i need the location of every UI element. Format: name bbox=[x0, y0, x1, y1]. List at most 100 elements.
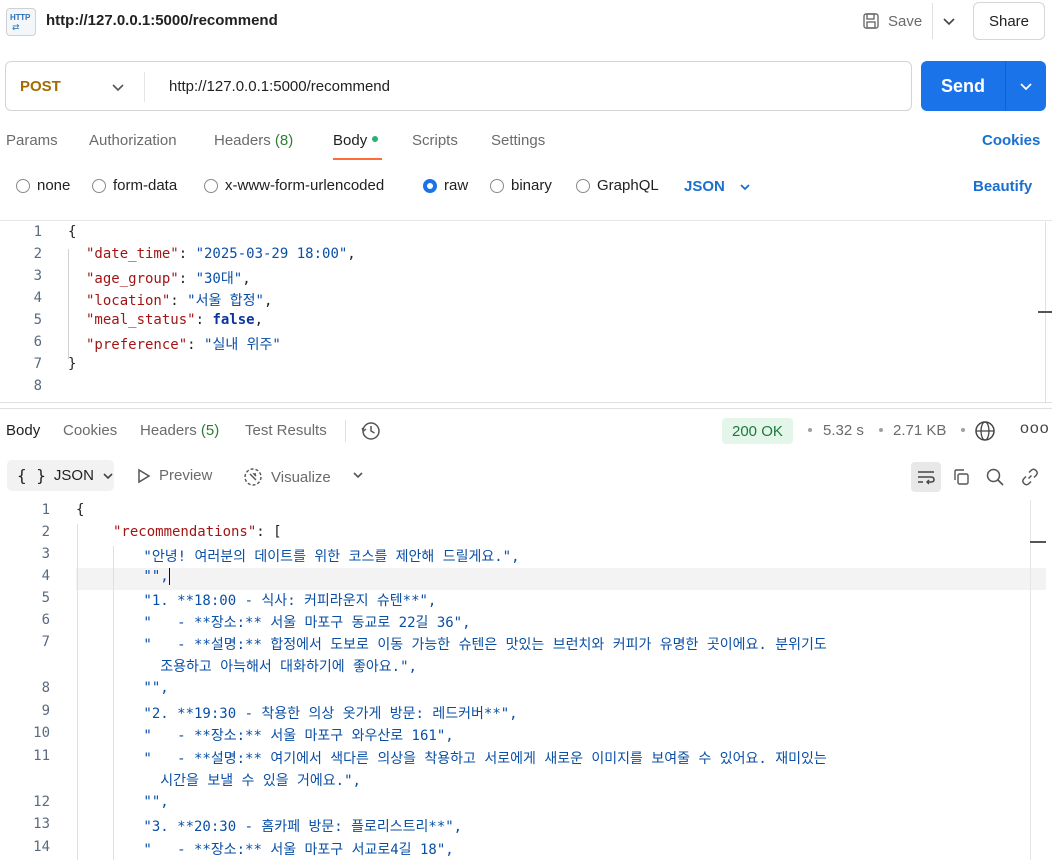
radio-raw-label: raw bbox=[444, 177, 469, 194]
response-format-select[interactable]: { } JSON bbox=[7, 460, 114, 491]
radio-circle bbox=[204, 178, 218, 193]
cookies-link[interactable]: Cookies bbox=[982, 132, 1040, 149]
code-text: { bbox=[76, 502, 85, 518]
code-text: "", bbox=[76, 794, 169, 810]
tab-headers[interactable]: Headers (8) bbox=[214, 132, 293, 149]
request-title[interactable]: http://127.0.0.1:5000/recommend bbox=[46, 12, 278, 29]
request-body-editor[interactable]: 1{ 2 "date_time": "2025-03-29 18:00", 3 "a… bbox=[0, 222, 1052, 402]
tab-scripts[interactable]: Scripts bbox=[412, 132, 458, 149]
visualize-button[interactable]: Visualize bbox=[243, 467, 331, 487]
json-comma: , bbox=[242, 271, 251, 287]
json-value: false bbox=[212, 312, 255, 328]
wrap-lines-icon bbox=[918, 471, 935, 485]
radio-graphql[interactable]: GraphQL bbox=[576, 177, 659, 194]
url-bar: POST http://127.0.0.1:5000/recommend bbox=[5, 61, 912, 111]
body-type-selector: none form-data x-www-form-urlencoded raw… bbox=[0, 174, 1052, 200]
method-select[interactable]: POST bbox=[20, 78, 61, 95]
visualize-label: Visualize bbox=[271, 468, 331, 486]
code-text: " - **장소:** 서울 마포구 와우산로 161", bbox=[76, 725, 453, 745]
radio-none[interactable]: none bbox=[16, 177, 70, 194]
response-body-viewer[interactable]: 1 { 2 "recommendations": [ 3 "안녕! 여러분의 데이트… bbox=[0, 500, 1052, 860]
save-options-button[interactable] bbox=[938, 8, 960, 34]
tab-params[interactable]: Params bbox=[6, 132, 58, 149]
preview-label: Preview bbox=[159, 467, 213, 484]
preview-button[interactable]: Preview bbox=[137, 467, 212, 484]
beautify-button[interactable]: Beautify bbox=[973, 178, 1032, 195]
copy-button[interactable] bbox=[946, 462, 976, 492]
headers-count: (8) bbox=[274, 132, 294, 149]
chevron-down-icon bbox=[1020, 83, 1032, 91]
tab-body[interactable]: Body bbox=[333, 132, 379, 149]
radio-binary[interactable]: binary bbox=[490, 177, 552, 194]
json-string: "", bbox=[76, 794, 169, 810]
code-line: 5 "meal_status": false, bbox=[0, 312, 1040, 334]
code-line: 1{ bbox=[0, 224, 1040, 246]
share-button[interactable]: Share bbox=[973, 2, 1045, 40]
resp-tab-cookies[interactable]: Cookies bbox=[63, 422, 117, 439]
json-punct: : [ bbox=[256, 524, 282, 540]
send-options-button[interactable] bbox=[1005, 61, 1046, 111]
code-text: "안녕! 여러분의 데이트를 위한 코스를 제안해 드릴게요.", bbox=[76, 546, 519, 566]
line-number: 4 bbox=[41, 568, 50, 584]
visualize-options-button[interactable] bbox=[352, 469, 364, 481]
line-number: 11 bbox=[33, 748, 50, 764]
json-value: "서울 합정" bbox=[187, 293, 264, 309]
response-scrollbar[interactable] bbox=[1030, 500, 1031, 860]
code-text: " - **설명:** 합정에서 도보로 이동 가능한 슈텐은 맛있는 브런치와… bbox=[76, 634, 826, 654]
code-text: 조용하고 아늑해서 대화하기에 좋아요.", bbox=[76, 656, 417, 676]
chevron-down-icon[interactable] bbox=[110, 79, 126, 95]
radio-form-data[interactable]: form-data bbox=[92, 177, 177, 194]
body-format-label: JSON bbox=[684, 178, 725, 195]
save-icon bbox=[863, 13, 879, 29]
body-format-select[interactable]: JSON bbox=[684, 178, 751, 195]
radio-raw[interactable]: raw bbox=[423, 177, 468, 194]
save-button[interactable]: Save bbox=[858, 6, 928, 36]
editor-border bbox=[0, 220, 1052, 221]
radio-urlencoded[interactable]: x-www-form-urlencoded bbox=[204, 177, 384, 194]
radio-form-data-label: form-data bbox=[113, 177, 178, 194]
history-icon[interactable] bbox=[360, 420, 382, 442]
resp-tab-test-results[interactable]: Test Results bbox=[245, 422, 327, 439]
json-string: " - **장소:** 서울 마포구 서교로4길 18", bbox=[76, 842, 454, 858]
resp-tab-headers-label: Headers bbox=[140, 422, 197, 439]
code-line: 7} bbox=[0, 356, 1040, 378]
code-text: "2. **19:30 - 착용한 의상 옷가게 방문: 레드커버**", bbox=[76, 703, 518, 723]
send-button[interactable]: Send bbox=[921, 61, 1005, 111]
code-text: "location": "서울 합정", bbox=[86, 293, 273, 309]
meta-separator bbox=[961, 428, 965, 432]
json-comma: , bbox=[254, 312, 264, 328]
json-string: "", bbox=[76, 568, 169, 585]
wrap-lines-button[interactable] bbox=[911, 462, 941, 492]
response-time[interactable]: 5.32 s bbox=[823, 422, 864, 439]
pane-splitter[interactable] bbox=[0, 402, 1052, 403]
line-number: 8 bbox=[33, 378, 42, 394]
line-number: 5 bbox=[33, 312, 42, 328]
radio-circle bbox=[16, 178, 30, 193]
json-key: "age_group" bbox=[86, 271, 179, 287]
code-line: 3 "age_group": "30대", bbox=[0, 268, 1040, 290]
json-string: "2. **19:30 - 착용한 의상 옷가게 방문: 레드커버**", bbox=[76, 706, 518, 722]
tab-body-label: Body bbox=[333, 132, 368, 149]
status-badge[interactable]: 200 OK bbox=[722, 418, 793, 444]
link-button[interactable] bbox=[1015, 462, 1045, 492]
line-number: 7 bbox=[33, 356, 42, 372]
url-input[interactable]: http://127.0.0.1:5000/recommend bbox=[169, 78, 390, 95]
tab-settings[interactable]: Settings bbox=[491, 132, 545, 149]
line-number: 3 bbox=[33, 268, 42, 284]
globe-icon[interactable] bbox=[974, 420, 996, 442]
line-number: 8 bbox=[41, 680, 50, 696]
json-string: "", bbox=[76, 680, 169, 696]
search-button[interactable] bbox=[980, 462, 1010, 492]
json-comma: , bbox=[347, 246, 356, 262]
more-options-icon[interactable]: ooo bbox=[1020, 420, 1050, 438]
url-divider bbox=[144, 72, 145, 102]
resp-tab-body[interactable]: Body bbox=[6, 422, 40, 439]
radio-circle bbox=[490, 178, 504, 193]
chevron-down-icon bbox=[103, 472, 113, 479]
response-size[interactable]: 2.71 KB bbox=[893, 422, 946, 439]
code-text: { bbox=[68, 224, 77, 240]
tab-authorization[interactable]: Authorization bbox=[89, 132, 177, 149]
resp-tab-headers[interactable]: Headers (5) bbox=[140, 422, 219, 439]
code-text: " - **설명:** 여기에서 색다른 의상을 착용하고 서로에게 새로운 이… bbox=[76, 748, 826, 768]
radio-circle bbox=[92, 178, 106, 193]
